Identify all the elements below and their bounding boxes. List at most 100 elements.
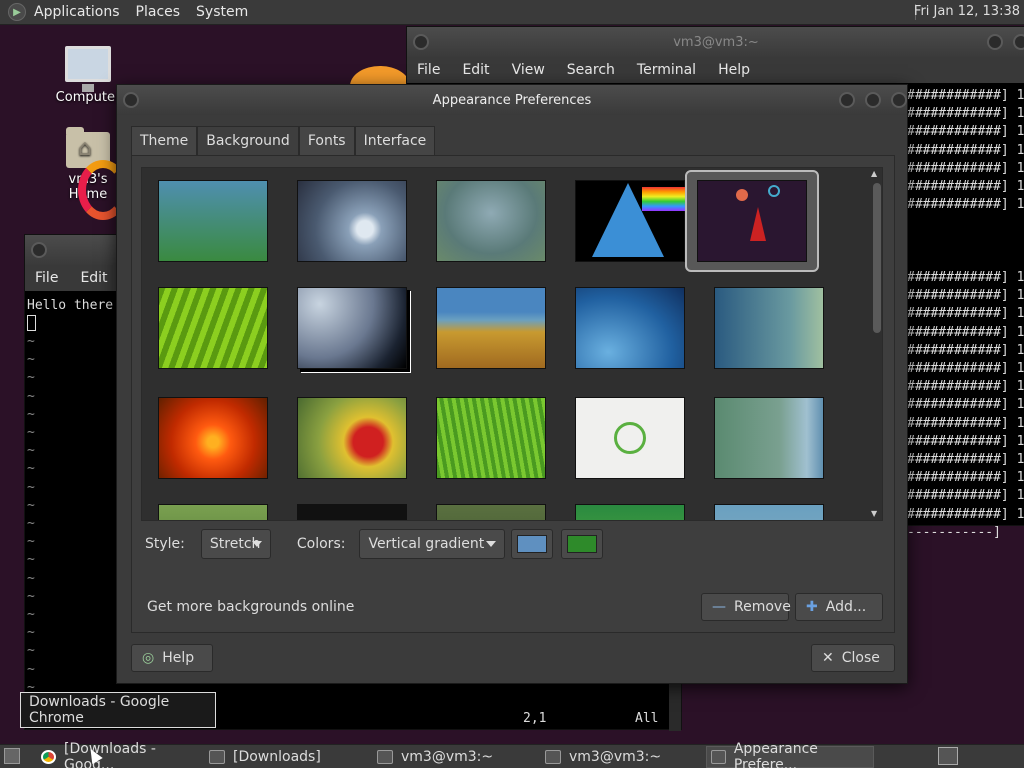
terminal-menu-edit[interactable]: Edit (462, 62, 489, 78)
tab-background[interactable]: Background (197, 126, 299, 156)
maximize-icon[interactable] (1013, 34, 1024, 50)
wallpaper-thumb[interactable] (297, 180, 407, 262)
wallpaper-thumb[interactable] (575, 504, 685, 520)
terminal-menu-view[interactable]: View (512, 62, 545, 78)
vim-tilde-line: ~ (27, 406, 35, 422)
vim-tilde-line: ~ (27, 570, 35, 586)
vim-tilde-line: ~ (27, 607, 35, 623)
terminal-menu-help[interactable]: Help (718, 62, 750, 78)
wallpaper-thumb[interactable] (575, 180, 686, 262)
terminal-line: ############] 1 (907, 470, 1024, 486)
vim-line-1: Hello there (27, 298, 114, 313)
menu-places[interactable]: Places (136, 4, 181, 20)
wallpaper-thumb[interactable] (436, 504, 546, 520)
vim-tilde-line: ~ (27, 534, 35, 550)
colors-dropdown[interactable]: Vertical gradient (359, 529, 506, 559)
background-controls: Style: Stretch Colors: Vertical gradient (145, 529, 604, 559)
scroll-down-icon[interactable]: ▼ (871, 509, 881, 518)
terminal-line: ############] 1 (907, 160, 1024, 176)
wallpaper-thumb[interactable] (158, 504, 268, 520)
tab-fonts[interactable]: Fonts (298, 126, 355, 156)
menu-applications[interactable]: Applications (34, 4, 120, 20)
terminal-menu-terminal[interactable]: Terminal (637, 62, 696, 78)
wallpaper-gallery[interactable] (141, 167, 883, 521)
show-desktop-icon[interactable] (4, 748, 20, 764)
applications-icon[interactable]: ▶ (8, 3, 26, 21)
style-label: Style: (145, 536, 185, 552)
secondary-color-swatch (567, 535, 598, 553)
wallpaper-thumb[interactable] (436, 287, 546, 369)
terminal-titlebar[interactable]: vm3@vm3:~ (407, 27, 1024, 57)
remove-button[interactable]: — Remove (701, 593, 791, 621)
clock[interactable]: Fri Jan 12, 13:38 (914, 4, 1020, 19)
task-terminal-2[interactable]: vm3@vm3:~ (540, 746, 704, 768)
wallpaper-thumb[interactable] (714, 287, 824, 369)
workspace-switcher-icon[interactable] (938, 747, 958, 765)
terminal-line: ############] 1 (907, 306, 1024, 322)
window-menu-icon[interactable] (31, 242, 47, 258)
task-chrome-downloads[interactable]: [Downloads - Goog... (36, 741, 200, 768)
planet-shape (736, 189, 748, 201)
terminal-line: ############] 1 (907, 288, 1024, 304)
window-menu-icon[interactable] (123, 92, 139, 108)
wallpaper-thumb[interactable] (575, 397, 685, 479)
appearance-titlebar[interactable]: Appearance Preferences (117, 85, 907, 115)
vim-buffer[interactable]: Hello there (27, 297, 113, 334)
window-menu-icon[interactable] (413, 34, 429, 50)
wallpaper-thumb[interactable] (158, 397, 268, 479)
minimize-icon[interactable] (987, 34, 1003, 50)
close-window-icon[interactable] (891, 92, 907, 108)
wallpaper-thumb[interactable] (436, 180, 546, 262)
wallpaper-thumb[interactable] (158, 287, 268, 369)
gallery-scrollbar-thumb[interactable] (873, 183, 881, 333)
wallpaper-thumb[interactable] (575, 287, 685, 369)
vim-menu-file[interactable]: File (35, 270, 58, 286)
maximize-icon[interactable] (865, 92, 881, 108)
wallpaper-thumb[interactable] (297, 287, 407, 369)
add-button[interactable]: ✚ Add... (795, 593, 883, 621)
get-more-backgrounds-link[interactable]: Get more backgrounds online (147, 599, 354, 615)
terminal-line: ############] 1 (907, 142, 1024, 158)
tab-interface[interactable]: Interface (354, 126, 436, 156)
close-button[interactable]: ✕ Close (811, 644, 895, 672)
minimize-icon[interactable] (839, 92, 855, 108)
terminal-line: -----------] (907, 524, 1001, 540)
terminal-line: ############] 1 (907, 88, 1024, 103)
bottom-taskbar: [Downloads - Goog... [Downloads] vm3@vm3… (0, 741, 1024, 768)
computer-icon (65, 46, 111, 92)
scroll-up-icon[interactable]: ▲ (871, 169, 881, 178)
wallpaper-thumb[interactable] (714, 504, 824, 520)
terminal-line: ############] 1 (907, 361, 1024, 377)
wallpaper-thumb[interactable] (714, 397, 824, 479)
minus-icon: — (712, 599, 726, 615)
style-dropdown[interactable]: Stretch (200, 529, 271, 559)
wallpaper-thumb-selected[interactable] (697, 180, 807, 262)
terminal-menu-file[interactable]: File (417, 62, 440, 78)
terminal-line: ############] 1 (907, 506, 1024, 522)
tab-bar: Theme Background Fonts Interface (131, 126, 436, 156)
task-downloads-folder[interactable]: [Downloads] (204, 746, 368, 768)
terminal-line: ############] 1 (907, 379, 1024, 395)
ring-shape (768, 185, 780, 197)
task-appearance-preferences[interactable]: Appearance Prefere... (706, 741, 874, 768)
tab-theme[interactable]: Theme (131, 126, 198, 156)
wallpaper-thumb[interactable] (436, 397, 546, 479)
vim-tilde-line: ~ (27, 479, 35, 495)
menu-system[interactable]: System (196, 4, 248, 20)
task-terminal-1[interactable]: vm3@vm3:~ (372, 746, 536, 768)
help-button[interactable]: ◎ Help (131, 644, 213, 672)
primary-color-button[interactable] (511, 529, 554, 559)
help-label: Help (162, 650, 195, 666)
folder-icon (209, 750, 225, 764)
vim-tilde-line: ~ (27, 643, 35, 659)
terminal-menu-search[interactable]: Search (567, 62, 615, 78)
secondary-color-button[interactable] (561, 529, 604, 559)
wallpaper-thumb[interactable] (297, 504, 407, 520)
wallpaper-thumb[interactable] (297, 397, 407, 479)
terminal-output[interactable]: ############] 1 ############] 1 ##########… (907, 87, 1024, 542)
chevron-down-icon (251, 541, 262, 547)
vim-menu-edit[interactable]: Edit (80, 270, 107, 286)
wallpaper-thumb[interactable] (158, 180, 268, 262)
